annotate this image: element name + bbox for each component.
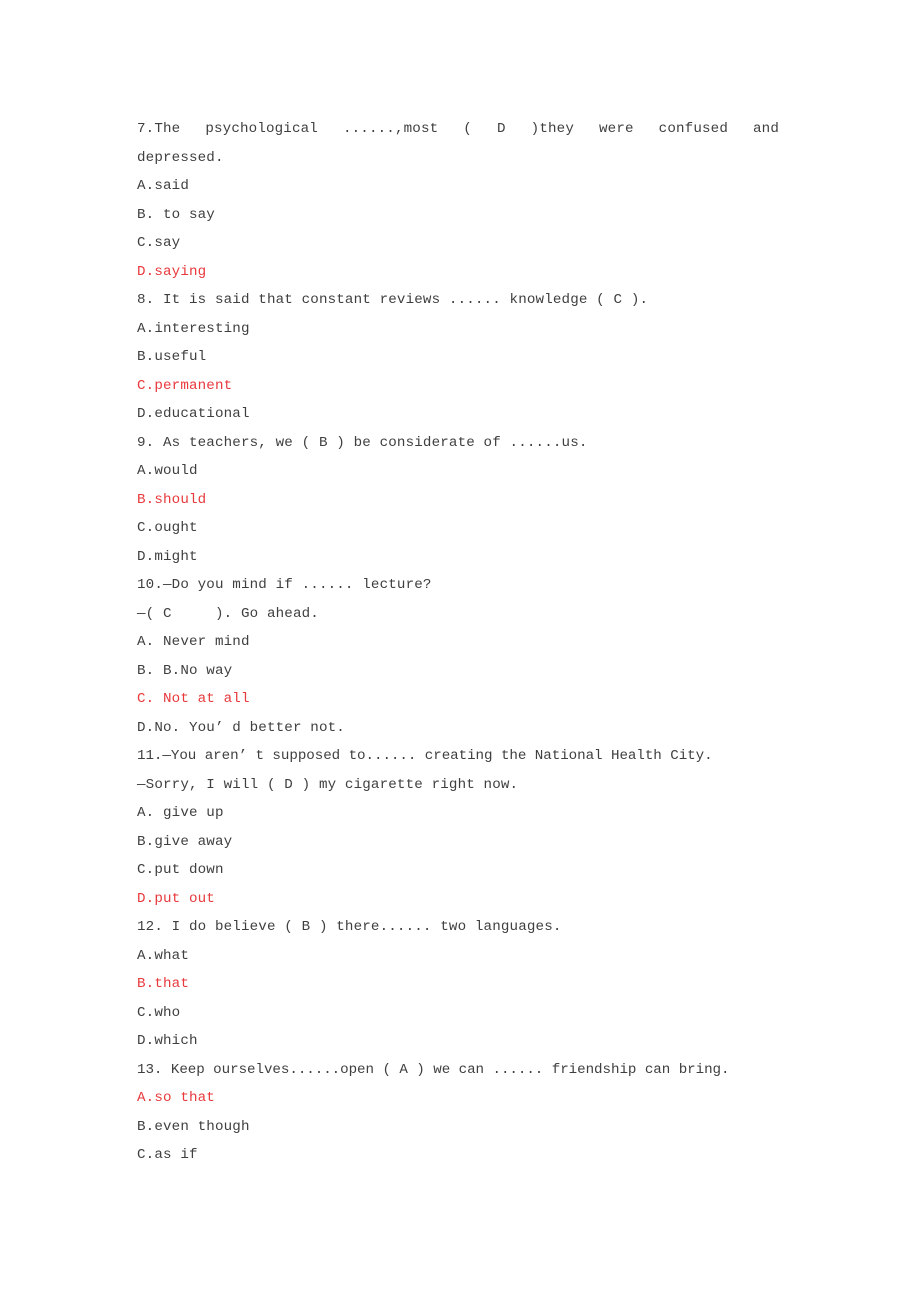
answer-option-line: C.put down	[137, 862, 224, 878]
answer-option-line: D.No. You’ d better not.	[137, 719, 345, 736]
answer-option-line: D.put out	[137, 890, 215, 907]
exam-text-body: 7.The psychological ......,most ( D )the…	[137, 115, 779, 1170]
question-stem-line: 9. As teachers, we ( B ) be considerate …	[137, 434, 588, 451]
answer-option-line: A.would	[137, 463, 198, 479]
question-stem-line: 8. It is said that constant reviews ....…	[137, 292, 649, 308]
answer-option-line: B.even though	[137, 1118, 250, 1135]
answer-option-line: A.so that	[137, 1090, 215, 1106]
answer-option-line: A.what	[137, 947, 189, 964]
question-stem-line: 13. Keep ourselves......open ( A ) we ca…	[137, 1061, 730, 1078]
answer-option-line: A.said	[137, 178, 189, 194]
question-stem-line: 12. I do believe ( B ) there...... two l…	[137, 919, 562, 935]
document-page: 7.The psychological ......,most ( D )the…	[0, 0, 920, 1302]
answer-option-line: B. B.No way	[137, 662, 233, 679]
question-stem-line: 10.—Do you mind if ...... lecture?	[137, 577, 432, 593]
answer-option-line: A.interesting	[137, 320, 250, 337]
question-stem-line: 7.The psychological ......,most ( D )the…	[137, 121, 779, 137]
question-stem-line: 11.—You aren’ t supposed to...... creati…	[137, 748, 713, 764]
question-stem-line: —( C ). Go ahead.	[137, 605, 319, 622]
answer-option-line: B.that	[137, 976, 189, 992]
answer-option-line: D.which	[137, 1033, 198, 1049]
answer-option-line: C. Not at all	[137, 691, 250, 707]
answer-option-line: B.give away	[137, 833, 233, 850]
answer-option-line: C.as if	[137, 1147, 198, 1163]
answer-option-line: B.should	[137, 491, 207, 508]
answer-option-line: D.might	[137, 548, 198, 565]
answer-option-line: C.say	[137, 235, 181, 251]
question-stem-line: —Sorry, I will ( D ) my cigarette right …	[137, 776, 519, 793]
answer-option-line: A. give up	[137, 805, 224, 821]
answer-option-line: B. to say	[137, 206, 215, 223]
answer-option-line: C.who	[137, 1004, 181, 1021]
answer-option-line: C.permanent	[137, 377, 233, 394]
answer-option-line: D.educational	[137, 406, 250, 422]
answer-option-line: A. Never mind	[137, 634, 250, 650]
answer-option-line: D.saying	[137, 263, 207, 280]
answer-option-line: B.useful	[137, 349, 207, 365]
question-stem-line: depressed.	[137, 149, 224, 166]
answer-option-line: C.ought	[137, 520, 198, 536]
